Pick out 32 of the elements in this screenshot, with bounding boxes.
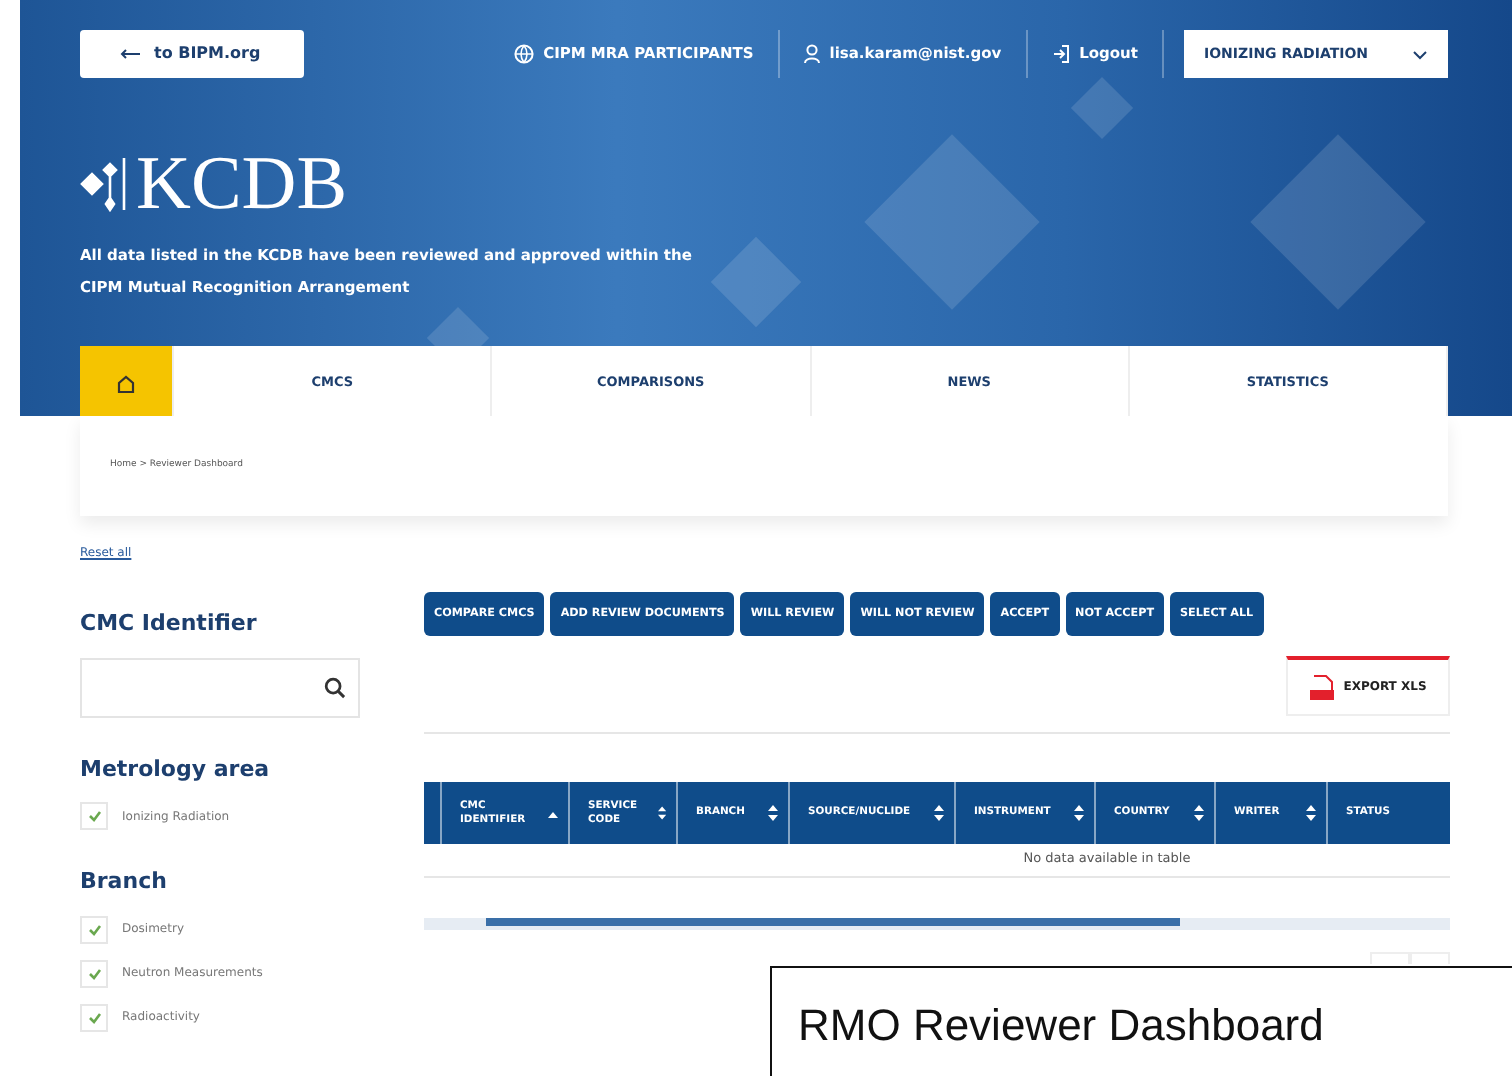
identifier-search-field[interactable]: [80, 657, 360, 717]
checkbox[interactable]: [80, 802, 108, 830]
user-icon: [803, 44, 820, 64]
filter-heading: CMC Identifier: [80, 608, 259, 640]
sort-icon: [1194, 804, 1204, 822]
globe-icon: [513, 44, 534, 64]
checkmark-icon: [87, 1011, 101, 1023]
home-icon: [116, 374, 136, 394]
sort-up-icon: [548, 809, 558, 817]
search-icon: [324, 675, 346, 699]
arrow-left-icon: [120, 47, 140, 60]
checkbox[interactable]: [80, 915, 108, 943]
sort-icon: [1074, 804, 1084, 822]
checkbox[interactable]: [80, 1003, 108, 1031]
sort-icon: [657, 804, 666, 822]
filter-heading: Branch: [80, 866, 169, 898]
logout-icon: [1051, 44, 1070, 64]
back-link-button[interactable]: to BIPM.org: [80, 30, 304, 78]
home-tab[interactable]: [80, 346, 174, 416]
logo-text: KCDB: [136, 146, 348, 222]
chevron-down-icon: [1412, 49, 1428, 59]
filter-heading: Metrology area: [80, 753, 272, 785]
sort-icon: [768, 804, 778, 822]
checkbox[interactable]: [80, 959, 108, 987]
horizontal-scrollbar[interactable]: [424, 917, 1450, 930]
checkmark-icon: [87, 967, 101, 979]
xls-file-icon: [1309, 673, 1336, 701]
sort-icon: [934, 804, 944, 822]
checkmark-icon: [87, 810, 101, 822]
caption-text: RMO Reviewer Dashboard: [770, 966, 1512, 1076]
checkmark-icon: [87, 923, 101, 935]
sort-icon: [1306, 804, 1316, 822]
